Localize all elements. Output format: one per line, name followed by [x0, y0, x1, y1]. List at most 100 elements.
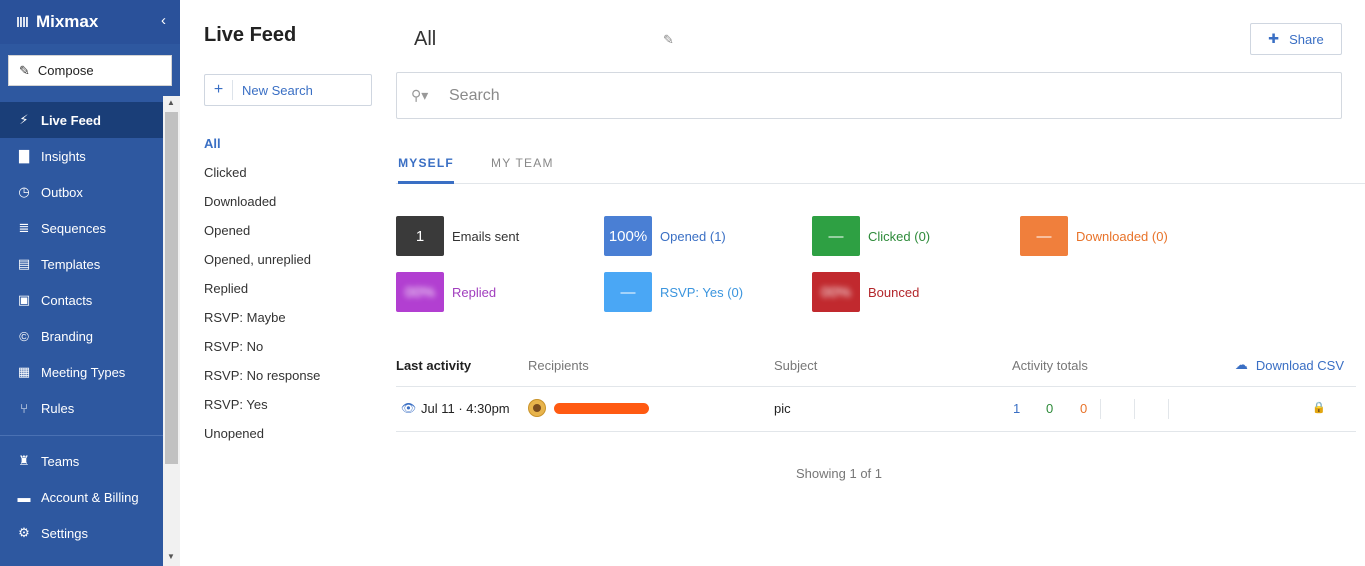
sidebar-item-label: Outbox — [41, 184, 83, 200]
filter-clicked[interactable]: Clicked — [204, 158, 320, 187]
stat-value: 00% — [404, 283, 436, 301]
panel-title: Live Feed — [204, 24, 297, 46]
stat-label: RSVP: Yes (0) — [660, 284, 744, 300]
stat-replied[interactable]: 00% Replied — [396, 272, 496, 312]
edit-title-icon[interactable]: ✎ — [663, 32, 674, 48]
stat-label: Opened (1) — [660, 228, 726, 244]
brand-header: ‖‖ Mixmax ‹ — [0, 0, 180, 44]
sidebar-item-meeting-types[interactable]: ▦ Meeting Types — [0, 354, 163, 390]
collapse-sidebar-icon[interactable]: ‹ — [161, 12, 166, 29]
filter-list: All Clicked Downloaded Opened Opened, unrepl… — [204, 129, 320, 448]
tab-my-team[interactable]: MY TEAM — [491, 150, 554, 184]
compose-icon: ✎ — [19, 62, 30, 78]
scroll-down-icon[interactable]: ▼ — [167, 552, 175, 561]
sidebar-item-insights[interactable]: ▇ Insights — [0, 138, 163, 174]
stat-clicked-0[interactable]: — Clicked (0) — [812, 216, 930, 256]
scroll-up-icon[interactable]: ▲ — [167, 98, 175, 107]
filter-rsvp-no-response[interactable]: RSVP: No response — [204, 361, 320, 390]
download-csv-button[interactable]: ☁ Download CSV — [1235, 357, 1344, 373]
filter-replied[interactable]: Replied — [204, 274, 320, 303]
avatar — [528, 399, 546, 417]
sidebar-nav: ⚡ Live Feed ▇ Insights ◷ Outbox ≣ Sequences ▤ Tem… — [0, 102, 163, 426]
search-box: ⚲▾ — [396, 72, 1342, 119]
sidebar-item-contacts[interactable]: ▣ Contacts — [0, 282, 163, 318]
branding-icon: © — [19, 328, 29, 344]
cloud-download-icon: ☁ — [1234, 357, 1248, 372]
sidebar-scrollbar[interactable]: ▲ ▼ — [163, 96, 180, 566]
filter-opened[interactable]: Opened — [204, 216, 320, 245]
sidebar-nav-secondary: ♜ Teams ▬ Account & Billing ⚙ Settings — [0, 443, 163, 551]
pagination-status: Showing 1 of 1 — [796, 466, 883, 481]
outbox-icon: ◷ — [18, 184, 30, 199]
filter-all[interactable]: All — [204, 129, 320, 158]
sidebar-item-label: Settings — [41, 525, 88, 541]
insights-icon: ▇ — [19, 148, 29, 163]
stat-rsvp-yes-0[interactable]: — RSVP: Yes (0) — [604, 272, 743, 312]
stat-bounced[interactable]: 00% Bounced — [812, 272, 919, 312]
rules-icon: ⑂ — [20, 400, 28, 416]
saved-searches-panel: Live Feed + New Search All Clicked Downloa… — [180, 0, 385, 566]
mixmax-logo-icon: ‖‖ — [16, 14, 29, 30]
share-label: Share — [1289, 31, 1324, 47]
stat-value: 1 — [415, 227, 425, 245]
new-search-button[interactable]: + New Search — [204, 74, 372, 106]
sidebar: ‖‖ Mixmax ‹ ✎ Compose ⚡ Live Feed ▇ Insight… — [0, 0, 180, 566]
stat-label: Downloaded (0) — [1076, 228, 1168, 244]
row-subject: pic — [774, 401, 791, 416]
plus-icon: + — [205, 80, 233, 100]
search-icon[interactable]: ⚲▾ — [411, 87, 439, 104]
filter-unopened[interactable]: Unopened — [204, 419, 320, 448]
table-row[interactable]: 👁 Jul 11 · 4:30pm pic 1 0 0 🔒 — [396, 387, 1356, 432]
col-last-activity[interactable]: Last activity — [396, 358, 471, 373]
sidebar-item-teams[interactable]: ♜ Teams — [0, 443, 163, 479]
compose-button[interactable]: ✎ Compose — [8, 55, 172, 86]
total-clicked: 0 — [1046, 401, 1054, 416]
stat-value-box: — — [1020, 216, 1068, 256]
templates-icon: ▤ — [17, 256, 31, 271]
settings-icon: ⚙ — [18, 525, 30, 540]
eye-icon: 👁 — [401, 401, 417, 415]
redacted-recipient — [554, 403, 649, 414]
filter-opened-unreplied[interactable]: Opened, unreplied — [204, 245, 320, 274]
stat-value: — — [620, 283, 636, 301]
stat-emails-sent[interactable]: 1 Emails sent — [396, 216, 519, 256]
stat-label: Bounced — [868, 284, 920, 300]
stat-opened-1[interactable]: 100% Opened (1) — [604, 216, 726, 256]
sidebar-item-live-feed[interactable]: ⚡ Live Feed — [0, 102, 163, 138]
tab-myself[interactable]: MYSELF — [398, 150, 454, 184]
total-opened: 1 — [1013, 401, 1021, 416]
sidebar-item-templates[interactable]: ▤ Templates — [0, 246, 163, 282]
col-subject: Subject — [774, 358, 818, 373]
cell-divider — [1134, 399, 1135, 419]
stat-label: Clicked (0) — [868, 228, 931, 244]
filter-rsvp-maybe[interactable]: RSVP: Maybe — [204, 303, 320, 332]
filter-downloaded[interactable]: Downloaded — [204, 187, 320, 216]
stat-value-box: — — [812, 216, 860, 256]
col-activity-totals: Activity totals — [1012, 358, 1088, 373]
filter-rsvp-yes[interactable]: RSVP: Yes — [204, 390, 320, 419]
sequences-icon: ≣ — [18, 220, 30, 235]
filter-rsvp-no[interactable]: RSVP: No — [204, 332, 320, 361]
new-search-label: New Search — [242, 82, 313, 98]
stat-value-box: 100% — [604, 216, 652, 256]
stat-value-box: 1 — [396, 216, 444, 256]
cell-divider — [1100, 399, 1101, 419]
teams-icon: ♜ — [18, 453, 30, 468]
sidebar-item-label: Account & Billing — [41, 489, 139, 505]
sidebar-item-branding[interactable]: © Branding — [0, 318, 163, 354]
stat-downloaded-0[interactable]: — Downloaded (0) — [1020, 216, 1168, 256]
sidebar-item-outbox[interactable]: ◷ Outbox — [0, 174, 163, 210]
sidebar-item-sequences[interactable]: ≣ Sequences — [0, 210, 163, 246]
share-button[interactable]: ✚ Share — [1250, 23, 1342, 55]
search-input[interactable] — [449, 86, 1309, 105]
stat-value: — — [828, 227, 844, 245]
table-header: Last activity Recipients Subject Activit… — [396, 350, 1356, 387]
sidebar-item-account-billing[interactable]: ▬ Account & Billing — [0, 479, 163, 515]
scrollbar-thumb[interactable] — [165, 112, 178, 464]
sidebar-item-settings[interactable]: ⚙ Settings — [0, 515, 163, 551]
stat-value-box: — — [604, 272, 652, 312]
total-downloaded: 0 — [1080, 401, 1088, 416]
compose-label: Compose — [37, 63, 94, 78]
stat-value: — — [1036, 227, 1052, 245]
sidebar-item-rules[interactable]: ⑂ Rules — [0, 390, 163, 426]
